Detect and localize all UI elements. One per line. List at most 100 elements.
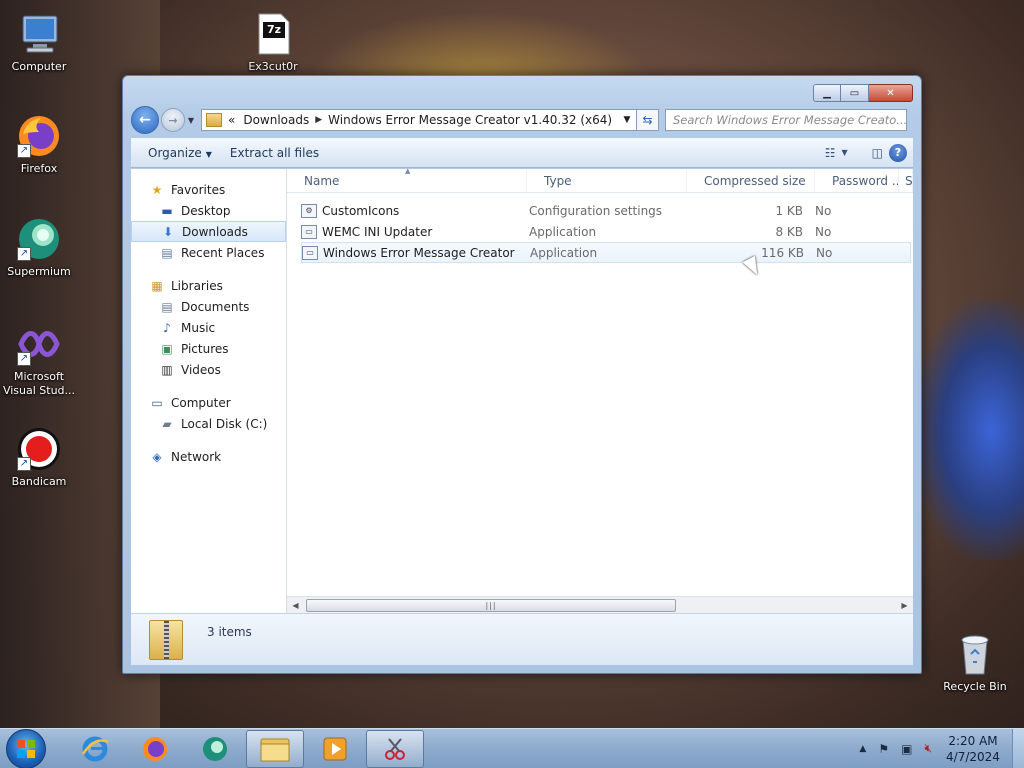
recent-pages-dropdown[interactable]: ▼ (185, 116, 197, 125)
nav-computer[interactable]: ▭ Computer (131, 392, 286, 413)
desktop-icon-supermium[interactable]: ↗ Supermium (1, 215, 77, 278)
close-button[interactable]: ✕ (869, 84, 913, 102)
nav-videos[interactable]: ▥ Videos (131, 359, 286, 380)
chevron-down-icon: ▼ (187, 115, 195, 125)
scrollbar-thumb[interactable]: ||| (306, 599, 676, 612)
network-icon: ◈ (152, 449, 162, 464)
recent-places-icon: ▤ (161, 245, 173, 260)
action-center-flag-icon[interactable]: ⚑ (878, 742, 889, 756)
recycle-bin-icon (951, 630, 999, 678)
maximize-button[interactable]: ▭ (841, 84, 869, 102)
sort-ascending-icon: ▲ (405, 167, 411, 175)
desktop-icon-firefox[interactable]: ↗ Firefox (1, 112, 77, 175)
navigation-pane: ★ Favorites ▬ Desktop ⬇ Downloads ▤ Recent P… (131, 169, 287, 613)
desktop-icon-bandicam[interactable]: ↗ Bandicam (1, 425, 77, 488)
minimize-button[interactable]: ▁ (813, 84, 841, 102)
settings-file-icon: ⚙ (301, 203, 317, 218)
preview-pane-icon[interactable]: ◫ (872, 146, 883, 160)
back-button[interactable]: ← (131, 106, 159, 134)
taskbar-firefox[interactable] (126, 730, 184, 768)
nav-downloads[interactable]: ⬇ Downloads (131, 221, 286, 242)
minimize-icon: ▁ (823, 87, 831, 99)
refresh-icon: ⇆ (642, 113, 653, 127)
nav-documents[interactable]: ▤ Documents (131, 296, 286, 317)
internet-explorer-icon (81, 736, 109, 761)
nav-recent-places[interactable]: ▤ Recent Places (131, 242, 286, 263)
taskbar-media-player[interactable] (306, 730, 364, 768)
chevron-down-icon: ▼ (205, 149, 212, 159)
nav-network[interactable]: ◈ Network (131, 446, 286, 467)
organize-button[interactable]: Organize ▼ (139, 146, 221, 160)
nav-local-disk[interactable]: ▰ Local Disk (C:) (131, 413, 286, 434)
explorer-window[interactable]: ▁ ▭ ✕ ← → ▼ « Downloads ▶ Windows Error … (122, 75, 922, 674)
firefox-icon (143, 736, 167, 761)
firefox-icon: ↗ (15, 112, 63, 160)
item-count: 3 items (207, 624, 252, 639)
forward-button[interactable]: → (161, 108, 185, 132)
breadcrumb-downloads[interactable]: Downloads (243, 113, 309, 127)
videos-icon: ▥ (161, 362, 173, 377)
scroll-left-icon[interactable]: ◀ (287, 601, 304, 610)
taskbar-snipping-tool[interactable] (366, 729, 424, 768)
start-button[interactable] (6, 728, 46, 768)
7zip-archive-icon: 7z (249, 10, 297, 58)
help-icon[interactable]: ? (889, 143, 907, 162)
taskbar-internet-explorer[interactable] (66, 730, 124, 768)
nav-desktop[interactable]: ▬ Desktop (131, 200, 286, 221)
navigation-row: ← → ▼ « Downloads ▶ Windows Error Messag… (131, 106, 913, 134)
downloads-icon: ⬇ (162, 224, 174, 239)
command-bar: Organize ▼ Extract all files ☷ ▼ ◫ ? (131, 138, 913, 168)
clock[interactable]: 2:20 AM 4/7/2024 (938, 733, 1008, 765)
show-desktop-button[interactable] (1012, 728, 1024, 768)
wallpaper-highlight (280, 0, 680, 80)
nav-music[interactable]: ♪ Music (131, 317, 286, 338)
desktop-icon-computer[interactable]: Computer (1, 10, 77, 73)
computer-icon: ▭ (151, 395, 163, 410)
shortcut-arrow-icon: ↗ (17, 457, 31, 471)
refresh-button[interactable]: ⇆ (637, 109, 659, 131)
desktop-icon-visual-studio[interactable]: ↗ Microsoft Visual Stud... (1, 320, 77, 398)
view-dropdown-icon[interactable]: ▼ (842, 148, 848, 157)
horizontal-scrollbar[interactable]: ◀ ||| ▶ (287, 596, 913, 613)
column-type[interactable]: Type (527, 169, 687, 192)
drive-icon: ▰ (162, 416, 172, 431)
table-row[interactable]: ▭ WEMC INI Updater Application 8 KB No (301, 221, 911, 242)
breadcrumb-archive[interactable]: Windows Error Message Creator v1.40.32 (… (328, 113, 612, 127)
taskbar-explorer[interactable] (246, 729, 304, 768)
column-password[interactable]: Password ... (815, 169, 899, 192)
nav-favorites[interactable]: ★ Favorites (131, 179, 286, 200)
snipping-tool-icon (385, 737, 405, 760)
details-pane: 3 items (131, 613, 913, 665)
address-dropdown-icon[interactable]: ▼ (618, 115, 636, 125)
wallpaper-blue-glow (914, 300, 1024, 560)
media-player-icon (323, 737, 347, 760)
table-row[interactable]: ⚙ CustomIcons Configuration settings 1 KB… (301, 200, 911, 221)
star-icon: ★ (151, 182, 163, 197)
desktop-icon-ex3cut0r[interactable]: 7z Ex3cut0r (235, 10, 311, 73)
arrow-right-icon: → (168, 113, 178, 127)
nav-libraries[interactable]: ▦ Libraries (131, 275, 286, 296)
volume-muted-icon[interactable]: 🔇︎ (924, 741, 932, 756)
shortcut-arrow-icon: ↗ (17, 144, 31, 158)
libraries-icon: ▦ (151, 278, 163, 293)
file-list: ▲ Name Type Compressed size Password ...… (287, 167, 913, 613)
windows-logo-icon (17, 739, 35, 758)
scroll-right-icon[interactable]: ▶ (896, 601, 913, 610)
column-compressed-size[interactable]: Compressed size (687, 169, 815, 192)
extract-all-button[interactable]: Extract all files (221, 146, 328, 160)
breadcrumb-separator-icon[interactable]: ▶ (315, 115, 322, 125)
search-input[interactable]: Search Windows Error Message Creato... ⚲ (665, 109, 907, 131)
nav-pictures[interactable]: ▣ Pictures (131, 338, 286, 359)
zip-folder-icon (149, 619, 183, 660)
shortcut-arrow-icon: ↗ (17, 247, 31, 261)
table-row[interactable]: ▭ Windows Error Message Creator Applicati… (301, 242, 911, 263)
taskbar-supermium[interactable] (186, 730, 244, 768)
column-size[interactable]: Si (899, 169, 913, 192)
breadcrumb-overflow[interactable]: « (228, 113, 235, 127)
network-status-icon[interactable]: ▣ (901, 742, 912, 756)
arrow-left-icon: ← (139, 112, 151, 128)
desktop-icon-recycle-bin[interactable]: Recycle Bin (937, 630, 1013, 693)
view-options-icon[interactable]: ☷ (825, 146, 836, 160)
address-bar[interactable]: « Downloads ▶ Windows Error Message Crea… (201, 109, 637, 131)
show-hidden-icons-icon[interactable]: ▲ (859, 744, 866, 754)
